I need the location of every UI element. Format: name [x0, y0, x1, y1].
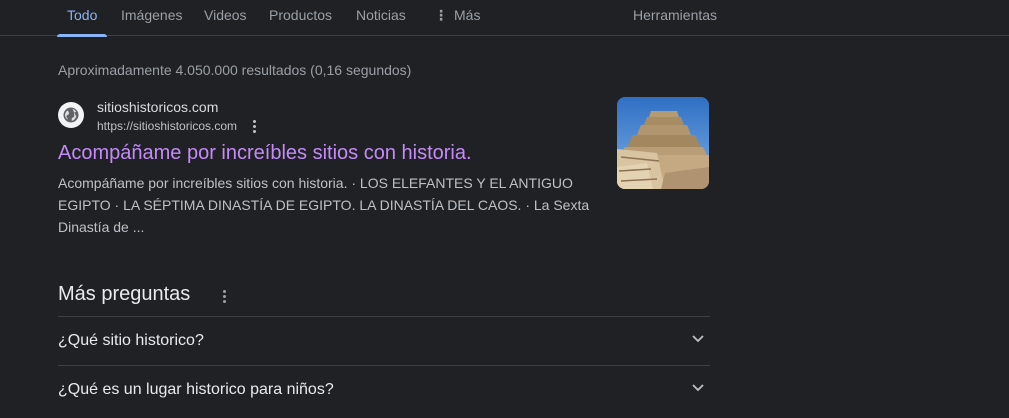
tab-products[interactable]: Productos	[269, 0, 332, 36]
tools-button[interactable]: Herramientas	[633, 0, 717, 36]
step-pyramid-image[interactable]	[617, 97, 709, 189]
paa-question-text: ¿Qué es un lugar historico para niños?	[58, 381, 334, 398]
paa-question-text: ¿Qué sitio historico?	[58, 332, 204, 349]
paa-header: Más preguntas	[58, 280, 710, 316]
result-options-icon[interactable]	[248, 117, 260, 135]
result-title-link[interactable]: Acompáñame por increíbles sitios con his…	[58, 142, 472, 165]
globe-icon[interactable]	[58, 102, 84, 128]
site-url[interactable]: https://sitioshistoricos.com	[97, 119, 237, 133]
paa-question[interactable]: ¿Qué sitio historico?	[58, 316, 710, 365]
search-tabs-bar: Todo Imágenes Videos Productos Noticias …	[0, 0, 1009, 37]
tab-more[interactable]: ⋮ Más	[434, 0, 480, 36]
tab-more-label: Más	[454, 7, 481, 23]
paa-title: Más preguntas	[58, 283, 191, 305]
search-result: sitioshistoricos.com https://sitioshisto…	[58, 97, 710, 237]
paa-question[interactable]: ¿Qué es un lugar historico para niños?	[58, 365, 710, 414]
tab-news[interactable]: Noticias	[356, 0, 406, 36]
tab-all[interactable]: Todo	[56, 0, 108, 37]
site-name[interactable]: sitioshistoricos.com	[97, 99, 218, 115]
tab-images[interactable]: Imágenes	[121, 0, 182, 36]
result-stats: Aproximadamente 4.050.000 resultados (0,…	[58, 62, 412, 78]
more-vert-icon: ⋮	[434, 7, 448, 23]
paa-options-icon[interactable]	[218, 288, 230, 304]
people-also-ask: Más preguntas ¿Qué sitio historico? ¿Qué…	[58, 280, 710, 414]
tab-videos[interactable]: Videos	[204, 0, 247, 36]
chevron-down-icon	[692, 384, 704, 392]
result-snippet: Acompáñame por increíbles sitios con his…	[58, 175, 590, 235]
chevron-down-icon	[692, 335, 704, 343]
